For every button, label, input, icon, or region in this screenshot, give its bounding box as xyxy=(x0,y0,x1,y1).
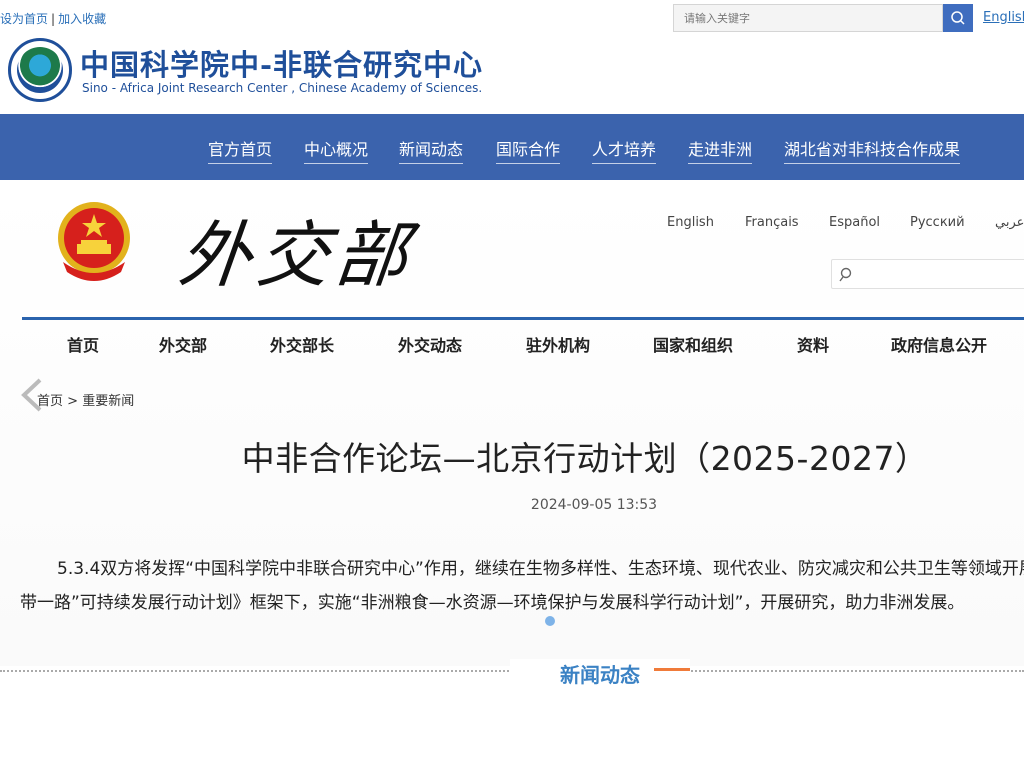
national-emblem-icon xyxy=(58,202,130,281)
english-link[interactable]: English xyxy=(983,10,1024,25)
set-home-link[interactable]: 设为首页 xyxy=(0,12,48,26)
nav-item-hubei[interactable]: 湖北省对非科技合作成果 xyxy=(784,136,961,164)
ministry-nav-resources[interactable]: 资料 xyxy=(797,332,829,356)
article-date: 2024-09-05 13:53 xyxy=(530,497,658,513)
lang-russian[interactable]: Русский xyxy=(910,215,965,230)
ministry-nav-home[interactable]: 首页 xyxy=(67,332,99,356)
news-section-heading: 新闻动态 xyxy=(510,659,690,688)
breadcrumb-home[interactable]: 首页 xyxy=(37,394,63,409)
lang-french[interactable]: Français xyxy=(745,215,799,230)
ministry-calligraphy-logo[interactable]: 外交部 xyxy=(174,196,419,301)
search-input[interactable] xyxy=(673,4,943,32)
nav-item-africa[interactable]: 走进非洲 xyxy=(688,136,753,164)
add-favorite-link[interactable]: 加入收藏 xyxy=(58,12,106,26)
nav-item-international[interactable]: 国际合作 xyxy=(496,136,561,164)
ministry-nav-countries[interactable]: 国家和组织 xyxy=(653,332,733,356)
lang-arabic[interactable]: عربي xyxy=(995,215,1024,230)
lang-english[interactable]: English xyxy=(667,215,714,230)
nav-item-overview[interactable]: 中心概况 xyxy=(304,136,369,164)
lang-spanish[interactable]: Español xyxy=(829,215,880,230)
ministry-nav-rule xyxy=(22,317,1024,320)
site-subtitle: Sino - Africa Joint Research Center , Ch… xyxy=(82,81,483,95)
article-body: 5.3.4双方将发挥“中国科学院中非联合研究中心”作用，继续在生物多样性、生态环… xyxy=(20,559,1024,613)
ministry-nav-minister[interactable]: 外交部长 xyxy=(270,332,334,356)
breadcrumb-current[interactable]: 重要新闻 xyxy=(82,394,134,409)
ministry-search-input[interactable] xyxy=(831,259,1024,289)
breadcrumb-arrow: > xyxy=(67,394,79,409)
main-nav: 官方首页 中心概况 新闻动态 国际合作 人才培养 走进非洲 湖北省对非科技合作成… xyxy=(0,114,1024,180)
util-separator: | xyxy=(51,12,56,26)
heading-accent-right xyxy=(654,668,690,671)
ministry-nav-activities[interactable]: 外交动态 xyxy=(398,332,462,356)
article-title: 中非合作论坛—北京行动计划（2025-2027） xyxy=(241,439,929,478)
nav-item-news[interactable]: 新闻动态 xyxy=(399,136,464,164)
nav-item-home[interactable]: 官方首页 xyxy=(208,136,273,164)
ministry-nav-ministry[interactable]: 外交部 xyxy=(159,332,207,356)
search-button[interactable] xyxy=(943,4,973,32)
site-title: 中国科学院中-非联合研究中心 xyxy=(80,48,484,82)
ministry-nav-missions[interactable]: 驻外机构 xyxy=(526,332,590,356)
nav-item-talent[interactable]: 人才培养 xyxy=(592,136,657,164)
breadcrumb: 首页 > 重要新闻 xyxy=(37,390,134,409)
search-icon xyxy=(839,267,852,282)
cas-emblem-logo[interactable] xyxy=(8,38,72,102)
page: 设为首页|加入收藏 English 中国科学院中-非联合研究中心 Sino - … xyxy=(0,0,1024,768)
carousel-dot[interactable] xyxy=(545,616,555,626)
ministry-nav-disclosure[interactable]: 政府信息公开 xyxy=(891,332,987,356)
search-icon xyxy=(951,11,965,25)
util-links: 设为首页 | 加入收藏 xyxy=(0,10,106,27)
